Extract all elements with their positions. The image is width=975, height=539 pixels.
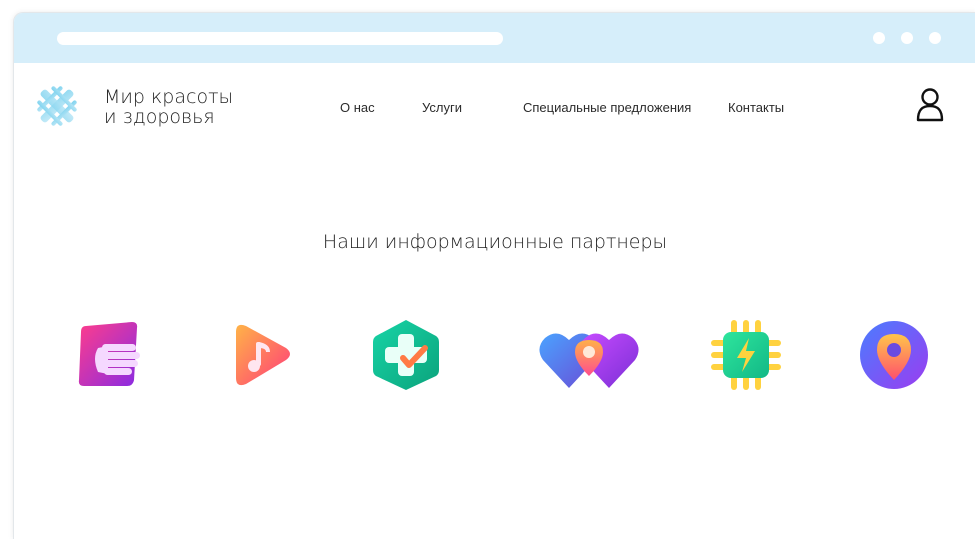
music-play-icon[interactable] (226, 318, 300, 392)
window-dot-button[interactable] (873, 32, 885, 44)
woven-pattern-icon[interactable] (36, 85, 78, 127)
browser-toolbar (14, 13, 975, 63)
browser-window: Мир красоты и здоровья О нас Услуги Спец… (13, 12, 975, 539)
window-dot-button[interactable] (901, 32, 913, 44)
nav-about[interactable]: О нас (340, 100, 375, 115)
hand-icon[interactable] (74, 318, 148, 392)
nav-special-offers[interactable]: Специальные предложения (523, 100, 691, 115)
window-controls (873, 32, 941, 44)
nav-contacts[interactable]: Контакты (728, 100, 784, 115)
window-dot-button[interactable] (929, 32, 941, 44)
chip-lightning-icon[interactable] (709, 318, 783, 392)
address-bar[interactable] (57, 32, 503, 45)
brand-line-2: и здоровья (104, 106, 215, 128)
medical-cross-icon[interactable] (369, 318, 443, 392)
hearts-location-icon[interactable] (539, 318, 639, 392)
brand-name[interactable]: Мир красоты и здоровья (104, 87, 233, 127)
site-header: Мир красоты и здоровья О нас Услуги Спец… (14, 63, 975, 163)
partners-title: Наши информационные партнеры (322, 231, 668, 253)
user-icon[interactable] (914, 87, 946, 123)
map-pin-icon[interactable] (857, 318, 931, 392)
nav-services[interactable]: Услуги (422, 100, 462, 115)
brand-line-1: Мир красоты (104, 86, 234, 108)
